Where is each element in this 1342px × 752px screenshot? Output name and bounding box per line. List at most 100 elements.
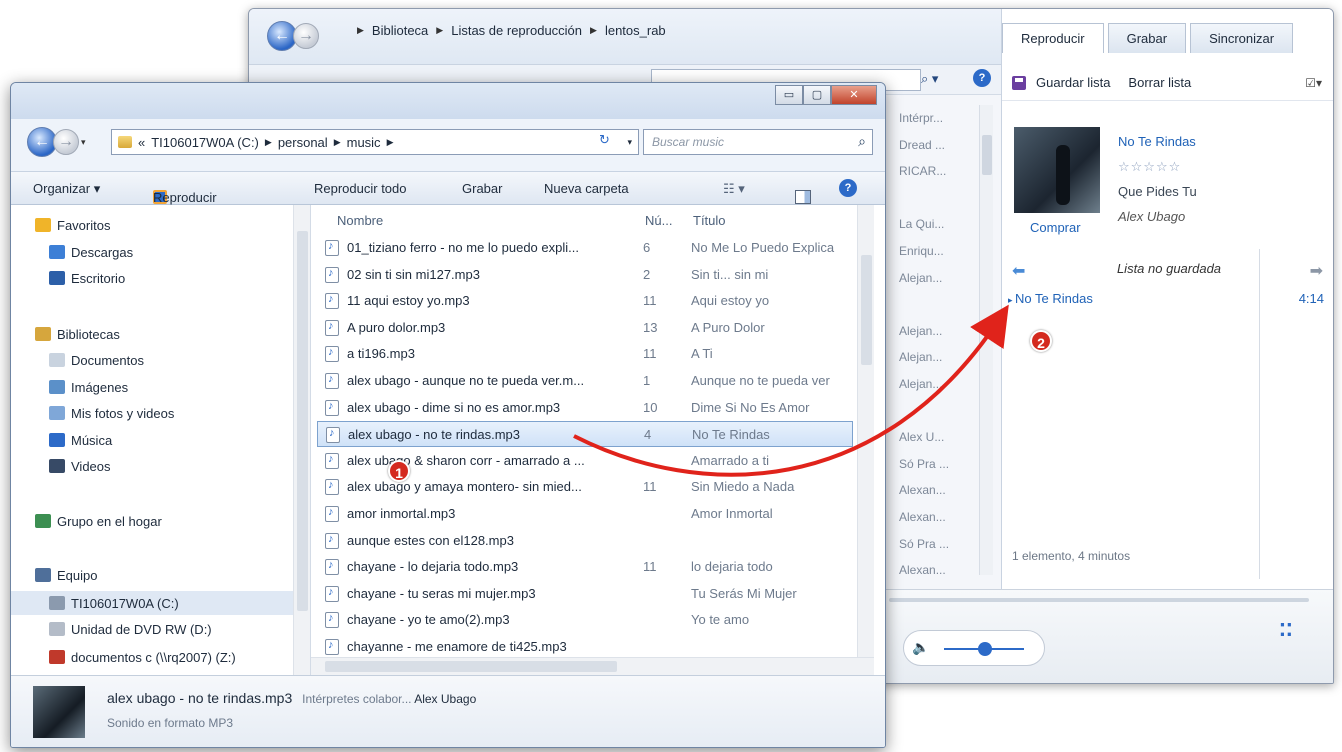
file-row[interactable]: A puro dolor.mp3 13 A Puro Dolor (317, 315, 853, 341)
search-icon[interactable]: ⌕ (858, 133, 866, 150)
recent-pages-dropdown-icon[interactable]: ▾ (81, 137, 86, 148)
file-row[interactable]: 02 sin ti sin mi127.mp3 2 Sin ti... sin mi (317, 262, 853, 288)
next-list-arrow-icon[interactable]: ➡ (1310, 261, 1323, 281)
artist-scrollbar[interactable] (979, 105, 993, 575)
nav-item[interactable]: TI106017W0A (C:) (11, 591, 293, 615)
playlist-item[interactable]: ▸ No Te Rindas 4:14 (1002, 291, 1333, 313)
file-row[interactable]: alex ubago - dime si no es amor.mp3 10 Dim… (317, 395, 853, 421)
now-playing-title[interactable]: No Te Rindas (1118, 129, 1197, 154)
album-art (1014, 127, 1100, 213)
address-separator-icon[interactable]: ▶ (265, 137, 272, 148)
address-segment-music[interactable]: music (347, 135, 381, 150)
buy-link[interactable]: Comprar (1030, 220, 1081, 235)
new-folder-button[interactable]: Nueva carpeta (544, 181, 629, 196)
address-bar[interactable]: « TI106017W0A (C:) ▶ personal ▶ music ▶ … (111, 129, 639, 155)
close-button[interactable]: ✕ (831, 85, 877, 105)
search-placeholder: Buscar music (652, 135, 725, 149)
column-header-title[interactable]: Título (693, 213, 726, 228)
nav-item[interactable]: Mis fotos y videos (11, 401, 293, 425)
address-separator-icon[interactable]: ▶ (334, 137, 341, 148)
nav-item[interactable]: Música (11, 428, 293, 452)
nav-item[interactable]: documentos c (\\rq2007) (Z:) (11, 645, 293, 669)
rating-stars-icon[interactable]: ☆☆☆☆☆ (1118, 154, 1197, 179)
tab-sync[interactable]: Sincronizar (1190, 23, 1294, 53)
file-name: alex ubago - aunque no te pueda ver.m... (347, 373, 585, 388)
nav-item-label: Favoritos (57, 217, 111, 233)
details-contrib-value[interactable]: Alex Ubago (414, 692, 476, 706)
nav-item[interactable]: Favoritos (11, 213, 293, 237)
file-row[interactable]: 01_tiziano ferro - no me lo puedo expli.… (317, 235, 853, 261)
tab-play[interactable]: Reproducir (1002, 23, 1104, 53)
file-list-vertical-scrollbar[interactable] (857, 205, 874, 657)
organize-button[interactable]: Organizar ▾ (33, 181, 100, 197)
nav-item[interactable]: Bibliotecas (11, 322, 293, 346)
forward-arrow-icon[interactable]: → (293, 23, 319, 49)
step-2-badge: 2 (1030, 330, 1052, 352)
file-row[interactable]: amor inmortal.mp3 Amor Inmortal (317, 501, 853, 527)
breadcrumb-current-playlist[interactable]: lentos_rab (605, 23, 666, 38)
nav-item-label: Equipo (57, 567, 98, 583)
file-row[interactable]: chayanne - me enamore de ti425.mp3 (317, 634, 853, 660)
explorer-titlebar: ▭ ▢ ✕ (11, 83, 885, 119)
address-segment-drive[interactable]: TI106017W0A (C:) (151, 135, 259, 150)
file-row[interactable]: a ti196.mp3 11 A Ti (317, 341, 853, 367)
file-name: alex ubago y amaya montero- sin mied... (347, 479, 582, 495)
address-overflow[interactable]: « (138, 135, 145, 150)
playlist-state: Lista no guardada (1116, 261, 1222, 276)
help-icon[interactable]: ? (839, 179, 857, 197)
file-row[interactable]: chayane - yo te amo(2).mp3 Yo te amo (317, 607, 853, 633)
artist-cell: Alex U... (899, 430, 945, 445)
column-header-name[interactable]: Nombre (337, 213, 383, 228)
refresh-icon[interactable]: ↻ (599, 132, 610, 148)
nav-item[interactable]: Grupo en el hogar (11, 509, 293, 533)
nav-item[interactable]: Documentos (11, 348, 293, 372)
tab-burn[interactable]: Grabar (1107, 23, 1187, 53)
nav-item[interactable]: Escritorio (11, 266, 293, 290)
maximize-button[interactable]: ▢ (803, 85, 831, 105)
track-title: A Puro Dolor (691, 319, 765, 335)
search-icon[interactable]: ⌕ ▾ (921, 71, 938, 87)
nav-item-label: Música (71, 432, 113, 448)
nav-item[interactable]: Imágenes (11, 375, 293, 399)
track-number: 11 (643, 293, 657, 309)
file-row[interactable]: aunque estes con el128.mp3 (317, 528, 853, 554)
file-row[interactable]: chayane - lo dejaria todo.mp3 11 lo dejari… (317, 554, 853, 580)
track-number: 1 (643, 373, 651, 388)
clear-list-button[interactable]: Borrar lista (1128, 75, 1191, 90)
search-input[interactable]: Buscar music ⌕ (643, 129, 873, 155)
burn-button[interactable]: Grabar (462, 181, 502, 196)
audio-file-icon (325, 585, 339, 602)
address-separator-icon[interactable]: ▶ (387, 137, 394, 148)
speaker-icon[interactable]: 🔈 (912, 639, 929, 656)
file-row[interactable]: 11 aqui estoy yo.mp3 11 Aqui estoy yo (317, 288, 853, 314)
nav-item[interactable]: Equipo (11, 563, 293, 587)
switch-to-now-playing-icon[interactable]: ⁚⁚ (1279, 620, 1293, 641)
file-name: 01_tiziano ferro - no me lo puedo expli.… (347, 240, 579, 255)
nav-item[interactable]: Unidad de DVD RW (D:) (11, 617, 293, 641)
file-row[interactable]: chayane - tu seras mi mujer.mp3 Tu Serás … (317, 581, 853, 607)
minimize-button[interactable]: ▭ (775, 85, 803, 105)
file-row[interactable]: alex ubago - no te rindas.mp3 4 No Te Rind… (317, 421, 853, 448)
volume-slider-knob[interactable] (978, 642, 992, 656)
help-icon[interactable]: ? (973, 69, 991, 87)
nav-item[interactable]: Videos (11, 454, 293, 478)
details-filename: alex ubago - no te rindas.mp3 (107, 690, 293, 706)
breadcrumb-playlists[interactable]: Listas de reproducción (451, 23, 582, 38)
navigation-scrollbar[interactable] (293, 205, 310, 675)
breadcrumb-library[interactable]: Biblioteca (372, 23, 428, 38)
nav-item[interactable]: Descargas (11, 240, 293, 264)
audio-file-icon (325, 506, 339, 522)
artist-cell: Dread ... (899, 137, 946, 152)
save-list-button[interactable]: Guardar lista (1036, 75, 1110, 90)
list-options-icon[interactable]: ☑▾ (1305, 76, 1322, 90)
column-header-number[interactable]: Nú... (645, 213, 672, 228)
seek-bar[interactable] (889, 598, 1309, 602)
address-segment-personal[interactable]: personal (278, 135, 328, 150)
change-view-icon[interactable]: ☷ ▾ (723, 181, 745, 197)
file-row[interactable]: alex ubago - aunque no te pueda ver.m...… (317, 368, 853, 394)
play-all-button[interactable]: Reproducir todo (314, 181, 407, 196)
address-dropdown-icon[interactable]: ▾ (627, 137, 638, 148)
forward-arrow-icon[interactable]: → (53, 129, 79, 155)
file-name: 02 sin ti sin mi127.mp3 (347, 266, 480, 282)
track-title: Aqui estoy yo (691, 293, 770, 309)
